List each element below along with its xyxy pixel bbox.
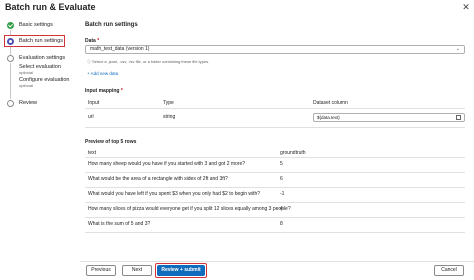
divider: [85, 127, 465, 128]
preview-header-groundtruth: groundtruth: [280, 150, 306, 156]
cell-groundtruth: 6: [280, 176, 283, 182]
step-connector: [10, 63, 11, 99]
cell-groundtruth: -1: [280, 191, 285, 197]
chevron-down-icon: ⌄: [455, 46, 460, 52]
data-select[interactable]: math_test_data (version 1) ⌄: [85, 45, 465, 54]
substep-note: optional: [19, 83, 34, 88]
divider: [85, 108, 465, 109]
mapping-header-input: Input: [88, 100, 100, 106]
active-step-highlight: [4, 35, 65, 47]
cell-text: What would be the area of a rectangle wi…: [88, 176, 228, 182]
divider: [85, 217, 465, 218]
step-connector: [10, 46, 11, 55]
substep-note: optional: [19, 70, 34, 75]
review-submit-highlight: [155, 263, 207, 278]
close-icon[interactable]: ✕: [461, 2, 471, 12]
previous-button[interactable]: Previous: [86, 265, 116, 276]
check-icon: [7, 22, 14, 29]
divider: [85, 232, 465, 233]
cell-text: How many sheep would you have if you sta…: [88, 161, 246, 167]
step-evaluation-settings[interactable]: Evaluation settings Select evaluation op…: [7, 55, 69, 95]
next-button[interactable]: Next: [122, 265, 152, 276]
divider: [85, 202, 465, 203]
divider: [85, 187, 465, 188]
add-new-data-link[interactable]: + Add new data: [87, 71, 118, 76]
footer-divider: [80, 261, 474, 262]
pending-step-icon: [7, 55, 14, 62]
dialog-title: Batch run & Evaluate: [5, 2, 96, 12]
dataset-column-value: ${data.text}: [317, 115, 340, 120]
data-label: Data *: [85, 38, 100, 44]
cancel-button[interactable]: Cancel: [434, 265, 464, 276]
cell-text: What is the sum of 5 and 3?: [88, 221, 151, 227]
mapping-header-type: Type: [163, 100, 174, 106]
preview-title: Preview of top 5 rows: [85, 139, 137, 145]
copy-icon[interactable]: [456, 115, 461, 120]
cell-groundtruth: 8: [280, 221, 283, 227]
divider: [85, 172, 465, 173]
mapping-header-dataset: Dataset column: [313, 100, 348, 106]
divider: [85, 157, 465, 158]
cell-text: What would you have left if you spent $3…: [88, 191, 261, 197]
section-heading: Batch run settings: [85, 22, 138, 28]
preview-header-text: text: [88, 150, 97, 156]
mapping-input-value: url: [88, 114, 94, 120]
cell-groundtruth: 5: [280, 161, 283, 167]
cell-text: How many slices of pizza would everyone …: [88, 206, 291, 212]
data-hint: ⓘ Select a .jsonl, .csv, .tsv file, or a…: [87, 59, 210, 64]
pending-step-icon: [7, 100, 14, 107]
dataset-column-input[interactable]: ${data.text}: [313, 113, 465, 122]
data-select-value: math_test_data (version 1): [90, 46, 150, 52]
mapping-type-value: string: [163, 114, 176, 120]
step-label: Evaluation settings: [19, 55, 66, 61]
step-label: Basic settings: [19, 22, 53, 28]
input-mapping-label: Input mapping *: [85, 88, 123, 94]
step-label: Review: [19, 100, 38, 106]
cell-groundtruth: 4: [280, 206, 283, 212]
